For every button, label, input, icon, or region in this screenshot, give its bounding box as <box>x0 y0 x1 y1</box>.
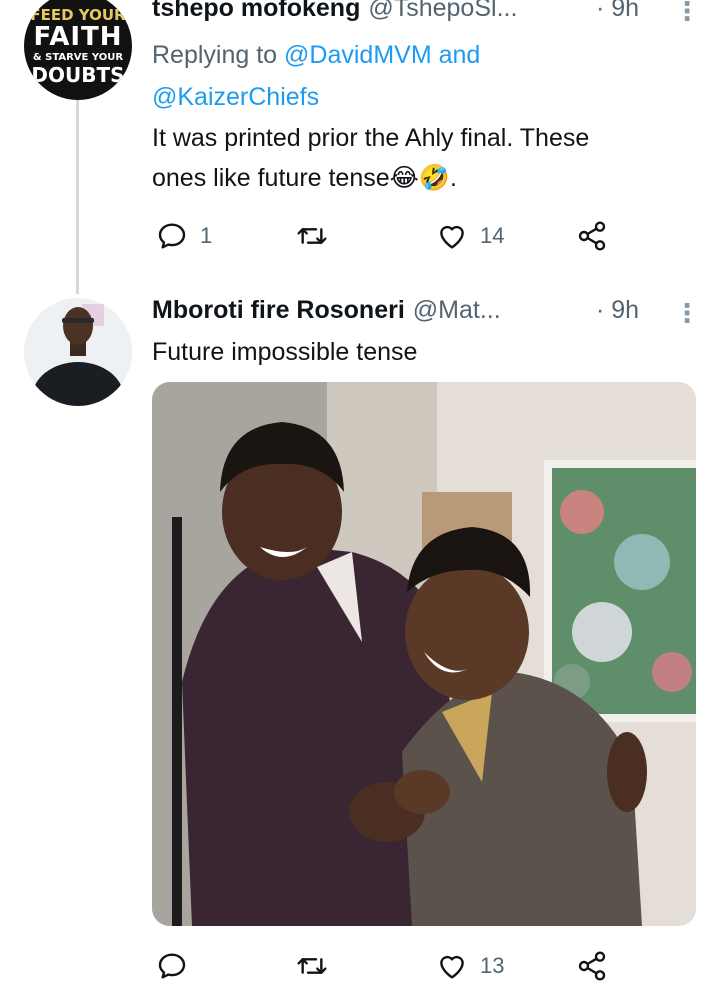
replying-label: Replying to <box>152 41 278 69</box>
share-button[interactable] <box>576 950 608 982</box>
reply-icon <box>158 953 186 979</box>
avatar-text-4: DOUBTS <box>31 62 125 87</box>
photo-two-men-laughing <box>152 382 696 926</box>
avatar-text-3: & STARVE YOUR <box>32 51 124 63</box>
retweet-button[interactable] <box>296 950 340 982</box>
reply-count: 1 <box>200 223 213 248</box>
tweet1-timestamp[interactable]: · 9h <box>596 0 639 23</box>
tweet2-author-name[interactable]: Mboroti fire Rosoneri <box>152 296 405 325</box>
avatar-text-2: FAITH <box>33 21 123 52</box>
mention-and: and <box>438 41 481 69</box>
tweet2-text: Future impossible tense <box>152 338 418 366</box>
reply-button[interactable]: 1 <box>156 220 212 252</box>
more-vertical-icon[interactable]: ⋮ <box>674 0 700 27</box>
like-count: 14 <box>480 223 505 248</box>
reply-icon <box>158 223 186 249</box>
retweet-icon <box>297 228 327 244</box>
tweet2-timestamp[interactable]: · 9h <box>596 296 639 325</box>
tweet2-author-handle[interactable]: @Mat... <box>413 296 501 325</box>
avatar-text-1: FEED YOUR <box>30 5 126 24</box>
avatar-tweet2[interactable] <box>24 298 132 406</box>
tweet1-text-line: ones like future tense😂🤣. <box>152 164 457 192</box>
reply-button[interactable] <box>156 950 200 982</box>
tweet1-author-handle[interactable]: @TshepoSl... <box>368 0 517 23</box>
tweet1-action-bar: 1 14 <box>152 216 622 256</box>
tweet1-header: tshepo mofokeng @TshepoSl... <box>152 0 517 23</box>
tweet1-text: It was printed prior the Ahly final. The… <box>152 118 589 198</box>
heart-icon <box>440 225 464 249</box>
tweet1-text-line: It was printed prior the Ahly final. The… <box>152 124 590 152</box>
more-vertical-icon[interactable]: ⋮ <box>674 298 700 329</box>
mention-link[interactable]: @DavidMVM <box>284 41 432 69</box>
profile-photo <box>24 298 132 406</box>
mention-link[interactable]: @KaizerChiefs <box>152 83 319 111</box>
like-button[interactable]: 14 <box>436 220 504 252</box>
tweet2-header: Mboroti fire Rosoneri @Mat... <box>152 296 501 325</box>
share-button[interactable] <box>576 220 608 252</box>
tweet2-media-image[interactable] <box>152 382 696 926</box>
share-icon <box>578 221 606 251</box>
like-button[interactable]: 13 <box>436 950 504 982</box>
avatar-tweet1[interactable]: FEED YOUR FAITH & STARVE YOUR DOUBTS <box>24 0 132 100</box>
retweet-button[interactable] <box>296 220 340 252</box>
replying-to: Replying to @DavidMVM and @KaizerChiefs <box>152 34 572 118</box>
retweet-icon <box>297 958 327 974</box>
tweet1-author-name[interactable]: tshepo mofokeng <box>152 0 360 23</box>
tweet2-action-bar: 13 <box>152 946 622 986</box>
like-count: 13 <box>480 953 505 978</box>
share-icon <box>578 951 606 981</box>
heart-icon <box>440 955 464 979</box>
thread-connector-line <box>76 84 79 294</box>
